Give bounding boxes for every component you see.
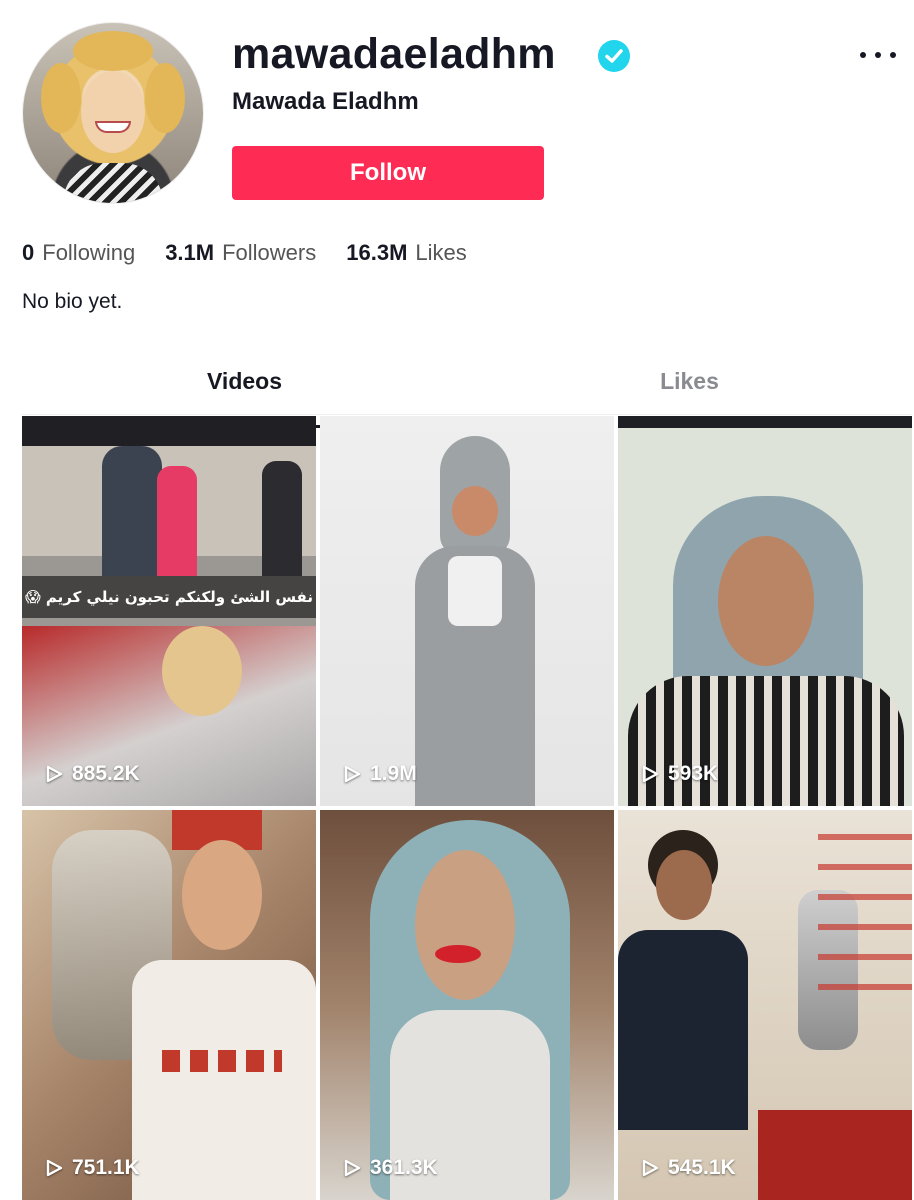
tab-videos[interactable]: Videos bbox=[22, 362, 467, 428]
stat-likes: 16.3M Likes bbox=[346, 240, 467, 266]
video-caption: نفس الشئ ولكنكم تحبون نيلي كريم 😱 bbox=[22, 576, 316, 618]
play-icon bbox=[344, 1159, 361, 1177]
video-view-count: 361.3K bbox=[370, 1156, 438, 1179]
video-thumbnail[interactable]: نفس الشئ ولكنكم تحبون نيلي كريم 😱 885.2K bbox=[22, 416, 316, 806]
video-thumbnail[interactable]: 361.3K bbox=[320, 810, 614, 1200]
play-icon bbox=[46, 1159, 63, 1177]
video-view-count: 593K bbox=[668, 762, 719, 785]
stat-followers-label: Followers bbox=[222, 240, 317, 265]
video-grid: نفس الشئ ولكنكم تحبون نيلي كريم 😱 885.2K… bbox=[22, 416, 914, 1200]
video-view-count: 751.1K bbox=[72, 1156, 140, 1179]
video-view-count: 885.2K bbox=[72, 762, 140, 785]
profile-username: mawadaeladhm bbox=[232, 30, 556, 78]
video-views: 751.1K bbox=[44, 1156, 140, 1180]
verified-check-icon bbox=[598, 40, 630, 72]
profile-stats: 0 Following 3.1M Followers 16.3M Likes bbox=[22, 240, 467, 266]
play-icon bbox=[642, 1159, 659, 1177]
stat-following[interactable]: 0 Following bbox=[22, 240, 135, 266]
video-thumbnail[interactable]: 1.9M bbox=[320, 416, 614, 806]
video-thumbnail[interactable]: 751.1K bbox=[22, 810, 316, 1200]
stat-likes-count: 16.3M bbox=[346, 240, 408, 265]
play-icon bbox=[642, 765, 659, 783]
video-views: 545.1K bbox=[640, 1156, 736, 1180]
play-icon bbox=[46, 765, 63, 783]
follow-button[interactable]: Follow bbox=[232, 146, 544, 200]
stat-followers-count: 3.1M bbox=[165, 240, 215, 265]
play-icon bbox=[344, 765, 361, 783]
profile-display-name: Mawada Eladhm bbox=[232, 88, 419, 115]
profile-tabs: Videos Likes bbox=[22, 362, 912, 428]
stat-followers[interactable]: 3.1M Followers bbox=[165, 240, 316, 266]
video-view-count: 1.9M bbox=[370, 762, 417, 785]
more-dots-icon[interactable] bbox=[856, 40, 900, 70]
video-views: 885.2K bbox=[44, 762, 140, 786]
stat-following-label: Following bbox=[42, 240, 136, 265]
profile-avatar[interactable] bbox=[22, 22, 204, 204]
video-views: 1.9M bbox=[342, 762, 417, 786]
video-thumbnail[interactable]: 545.1K bbox=[618, 810, 912, 1200]
stat-following-count: 0 bbox=[22, 240, 35, 265]
video-thumbnail[interactable]: 593K bbox=[618, 416, 912, 806]
profile-bio: No bio yet. bbox=[22, 290, 123, 313]
video-view-count: 545.1K bbox=[668, 1156, 736, 1179]
tab-likes[interactable]: Likes bbox=[467, 362, 912, 414]
video-views: 361.3K bbox=[342, 1156, 438, 1180]
video-views: 593K bbox=[640, 762, 718, 786]
stat-likes-label: Likes bbox=[415, 240, 467, 265]
